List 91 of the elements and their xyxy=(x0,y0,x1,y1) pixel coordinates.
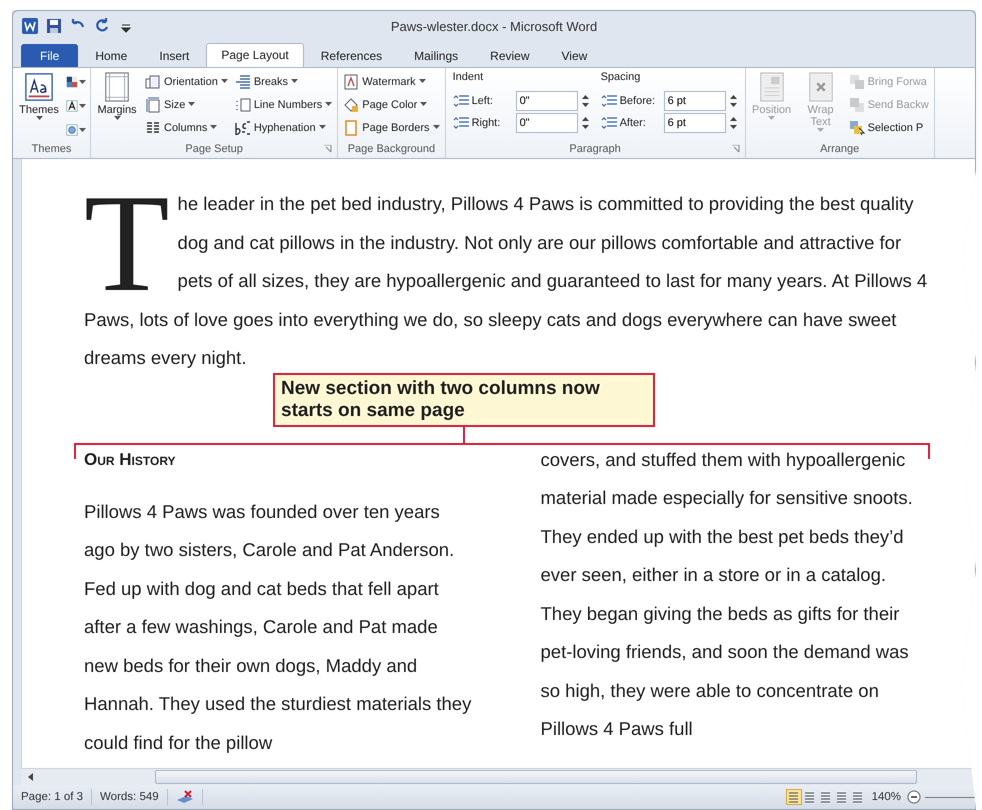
dropdown-arrow-icon xyxy=(188,102,196,107)
selection-pane-icon xyxy=(848,120,865,136)
section-label: Indent xyxy=(452,71,484,85)
ribbon-button[interactable]: Columns xyxy=(143,117,230,138)
word-logo-icon[interactable] xyxy=(21,17,39,35)
section-heading: Our History xyxy=(84,448,177,470)
indent-icon xyxy=(452,116,469,130)
section-label: Spacing xyxy=(600,71,642,85)
spinner-icon[interactable] xyxy=(728,93,738,109)
window-title: Paws-wlester.docx - Microsoft Word xyxy=(390,18,598,34)
ribbon-tab[interactable]: Review xyxy=(475,44,545,67)
ribbon-tab[interactable]: Insert xyxy=(144,44,204,67)
scroll-left-icon[interactable] xyxy=(27,773,35,781)
dropdown-arrow-icon xyxy=(36,116,42,121)
dropdown-arrow-icon xyxy=(220,79,228,84)
group-label: Arrange xyxy=(820,142,860,154)
field-label: Right: xyxy=(472,117,500,129)
ribbon-button[interactable]: Size xyxy=(143,94,230,115)
line-numbers-icon xyxy=(234,96,251,112)
dropdown-arrow-icon xyxy=(418,79,426,84)
ribbon-button[interactable]: Breaks xyxy=(232,71,334,92)
color-swatch-icon[interactable] xyxy=(66,74,78,90)
dropdown-arrow-icon xyxy=(291,79,298,84)
ribbon-tab[interactable]: Page Layout xyxy=(206,43,304,68)
dropdown-arrow-icon xyxy=(318,125,326,130)
hyphenation-icon xyxy=(234,120,251,136)
field-label: After: xyxy=(620,117,646,129)
spinner-icon[interactable] xyxy=(728,115,738,131)
ribbon-tab[interactable]: File xyxy=(21,44,78,67)
spacing-icon xyxy=(600,94,617,108)
columns-icon xyxy=(145,120,161,136)
spinner-icon[interactable] xyxy=(580,115,590,131)
dropdown-arrow-icon xyxy=(432,125,440,130)
ribbon-tab[interactable]: Mailings xyxy=(399,44,474,67)
group-label: Themes xyxy=(32,142,72,154)
word-count[interactable]: Words: 549 xyxy=(92,789,168,805)
group-label: Paragraph xyxy=(569,142,621,154)
spin-field[interactable]: 6 pt xyxy=(664,91,726,111)
ribbon-button[interactable]: Line Numbers xyxy=(232,94,334,115)
launcher-icon[interactable] xyxy=(732,145,740,153)
spin-field[interactable]: 0" xyxy=(516,113,578,133)
save-icon[interactable] xyxy=(45,17,63,35)
dropdown-arrow-icon xyxy=(420,102,428,107)
column-paragraph: Pillows 4 Paws was founded over ten years ago by two sisters, Carole and Pat Anderson. Fed up with dog and cat beds that fell apart after a few washings, Carole and Pat made new beds for their own dogs, Maddy and Hannah. They used the sturdiest materials they could find for the pillow xyxy=(84,500,472,755)
proofing-icon[interactable] xyxy=(176,790,194,804)
font-letter-icon[interactable] xyxy=(66,98,78,114)
page-border-icon xyxy=(343,120,360,136)
group-label: Page Setup xyxy=(185,142,243,154)
ribbon-button[interactable]: Themes xyxy=(16,71,62,139)
ribbon-tab[interactable]: Home xyxy=(80,44,142,67)
dropdown-arrow-icon[interactable] xyxy=(79,128,86,132)
zoom-level[interactable]: 140% xyxy=(866,791,907,803)
ribbon-button[interactable]: Orientation xyxy=(143,71,230,92)
column-paragraph: covers, and stuffed them with hypoallergenic material made especially for sensitive snoots. They ended up with the best pet beds they’d ever seen, either in a store or in a catalog. They began giving the beds as gifts for their pet-loving friends, and soon the demand was so high, they were able to concentrate on Pillows 4 Paws full xyxy=(540,448,914,741)
scroll-thumb[interactable] xyxy=(155,770,917,784)
watermark-icon xyxy=(343,74,360,90)
dropdown-arrow-icon xyxy=(768,116,776,121)
spinner-icon[interactable] xyxy=(580,93,590,109)
paint-bucket-icon xyxy=(343,96,360,112)
spacing-icon xyxy=(600,116,617,130)
page-count[interactable]: Page: 1 of 3 xyxy=(13,789,92,805)
ribbon-tab[interactable]: References xyxy=(306,44,398,67)
orientation-icon xyxy=(145,74,161,90)
callout: New section with two columns now starts on same page xyxy=(273,373,655,427)
ribbon-button[interactable]: Watermark xyxy=(341,71,442,92)
view-button[interactable] xyxy=(786,789,802,805)
dropdown-arrow-icon[interactable] xyxy=(79,80,86,84)
themes-icon xyxy=(24,72,54,102)
dropdown-arrow-icon xyxy=(210,125,218,130)
field-label: Left: xyxy=(472,95,493,107)
launcher-icon[interactable] xyxy=(324,145,332,153)
dropdown-arrow-icon xyxy=(817,128,824,133)
ribbon-button[interactable]: Page Borders xyxy=(341,117,442,138)
ribbon-button[interactable]: Page Color xyxy=(341,94,442,115)
indent-icon xyxy=(452,94,469,108)
ribbon-button[interactable]: Selection P xyxy=(846,117,931,138)
spin-field[interactable]: 0" xyxy=(516,91,578,111)
ribbon-button[interactable]: Margins xyxy=(94,71,140,139)
dropdown-arrow-icon[interactable] xyxy=(79,104,86,108)
group-label: Page Background xyxy=(348,142,436,154)
send-backward-icon xyxy=(848,96,865,112)
bring-forward-icon xyxy=(848,74,865,90)
ribbon-tab[interactable]: View xyxy=(546,44,602,67)
field-label: Before: xyxy=(620,95,656,107)
breaks-icon xyxy=(234,74,251,90)
ribbon-button[interactable]: Hyphenation xyxy=(232,117,334,138)
dropdown-arrow-icon xyxy=(325,102,332,107)
dropdown-arrow-icon xyxy=(114,116,120,121)
zoom-out-icon[interactable] xyxy=(907,790,921,804)
page-size-icon xyxy=(145,96,161,112)
spin-field[interactable]: 6 pt xyxy=(664,113,726,133)
